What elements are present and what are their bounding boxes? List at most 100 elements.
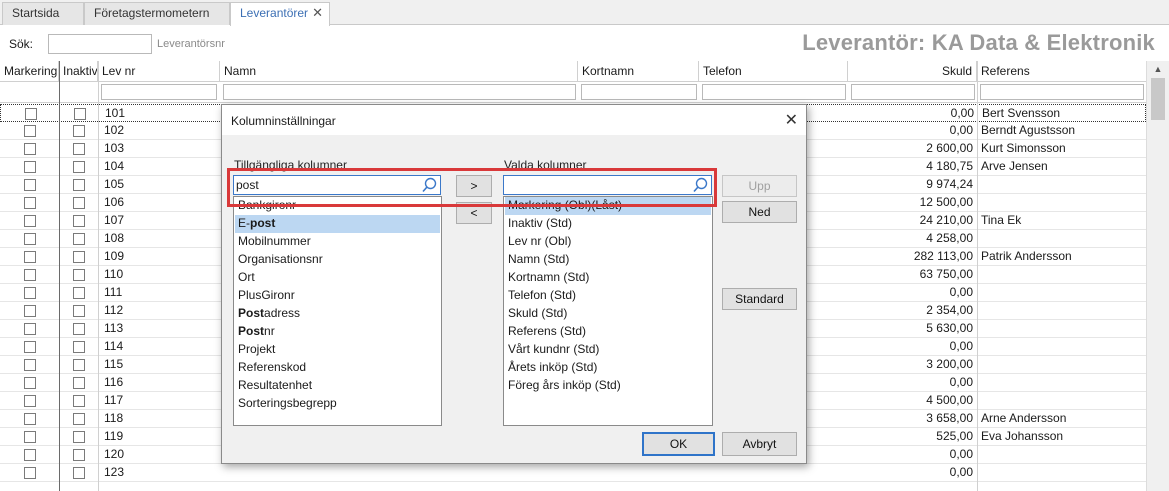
column-header-telefon[interactable]: Telefon <box>699 61 848 82</box>
markering-checkbox[interactable] <box>24 359 36 371</box>
column-header-namn[interactable]: Namn <box>220 61 578 82</box>
standard-button[interactable]: Standard <box>722 288 797 310</box>
available-column-item[interactable]: E-post <box>235 215 440 233</box>
move-down-button[interactable]: Ned <box>722 201 797 223</box>
inaktiv-checkbox[interactable] <box>73 143 85 155</box>
tab-startsida[interactable]: Startsida <box>2 2 84 25</box>
markering-checkbox[interactable] <box>24 377 36 389</box>
markering-checkbox[interactable] <box>24 323 36 335</box>
scroll-up-icon[interactable]: ▲ <box>1147 61 1169 78</box>
filter-referens[interactable] <box>980 84 1144 100</box>
markering-checkbox[interactable] <box>24 449 36 461</box>
selected-column-item[interactable]: Vårt kundnr (Std) <box>505 341 711 359</box>
markering-checkbox[interactable] <box>24 125 36 137</box>
selected-column-item[interactable]: Skuld (Std) <box>505 305 711 323</box>
filter-skuld[interactable] <box>851 84 975 100</box>
inaktiv-checkbox[interactable] <box>73 431 85 443</box>
inaktiv-checkbox[interactable] <box>73 341 85 353</box>
available-column-item[interactable]: Postadress <box>235 305 440 323</box>
column-header-kortnamn[interactable]: Kortnamn <box>578 61 699 82</box>
inaktiv-checkbox[interactable] <box>73 449 85 461</box>
markering-checkbox[interactable] <box>24 269 36 281</box>
markering-checkbox[interactable] <box>24 305 36 317</box>
selected-column-item[interactable]: Lev nr (Obl) <box>505 233 711 251</box>
column-header-referens[interactable]: Referens <box>977 61 1146 82</box>
inaktiv-checkbox[interactable] <box>73 287 85 299</box>
available-column-item[interactable]: Ort <box>235 269 440 287</box>
available-column-item[interactable]: PlusGironr <box>235 287 440 305</box>
inaktiv-checkbox[interactable] <box>73 323 85 335</box>
inaktiv-checkbox[interactable] <box>73 215 85 227</box>
inaktiv-checkbox[interactable] <box>73 125 85 137</box>
cancel-button[interactable]: Avbryt <box>722 432 797 456</box>
inaktiv-checkbox[interactable] <box>73 179 85 191</box>
markering-checkbox[interactable] <box>24 395 36 407</box>
selected-search-input[interactable] <box>503 175 712 195</box>
markering-checkbox[interactable] <box>24 251 36 263</box>
add-column-button[interactable]: > <box>456 175 492 197</box>
inaktiv-checkbox[interactable] <box>73 467 85 479</box>
scroll-thumb[interactable] <box>1151 78 1165 120</box>
inaktiv-checkbox[interactable] <box>73 395 85 407</box>
selected-column-item[interactable]: Referens (Std) <box>505 323 711 341</box>
column-header-levnr[interactable]: Lev nr <box>98 61 220 82</box>
markering-checkbox[interactable] <box>24 431 36 443</box>
available-column-item[interactable]: Referenskod <box>235 359 440 377</box>
available-search-input[interactable]: post <box>233 175 441 195</box>
inaktiv-checkbox[interactable] <box>73 251 85 263</box>
selected-columns-list[interactable]: Markering (Obl)(Låst) Inaktiv (Std) Lev nr… <box>503 196 713 426</box>
close-tab-icon[interactable]: ✕ <box>312 3 323 23</box>
column-header-markering[interactable]: Markering <box>0 61 59 82</box>
available-columns-list[interactable]: Bankgironr E-post Mobilnummer Organisations… <box>233 196 442 426</box>
markering-checkbox[interactable] <box>24 143 36 155</box>
available-column-item[interactable]: Sorteringsbegrepp <box>235 395 440 413</box>
move-up-button[interactable]: Upp <box>722 175 797 197</box>
grid-scrollbar[interactable]: ▲ <box>1146 61 1169 491</box>
inaktiv-checkbox[interactable] <box>73 233 85 245</box>
selected-column-item[interactable]: Markering (Obl)(Låst) <box>505 197 711 215</box>
selected-column-item[interactable]: Kortnamn (Std) <box>505 269 711 287</box>
column-header-skuld[interactable]: Skuld <box>848 61 977 82</box>
search-input[interactable] <box>48 34 152 54</box>
selected-column-item[interactable]: Telefon (Std) <box>505 287 711 305</box>
inaktiv-checkbox[interactable] <box>73 305 85 317</box>
filter-telefon[interactable] <box>702 84 846 100</box>
markering-checkbox[interactable] <box>24 467 36 479</box>
tab-leverantorer[interactable]: Leverantörer ✕ <box>230 2 330 26</box>
available-column-item[interactable]: Postnr <box>235 323 440 341</box>
tab-foretagstermometern[interactable]: Företagstermometern <box>84 2 230 25</box>
available-column-item[interactable]: Bankgironr <box>235 197 440 215</box>
markering-checkbox[interactable] <box>24 287 36 299</box>
markering-checkbox[interactable] <box>24 233 36 245</box>
filter-levnr[interactable] <box>101 84 217 100</box>
inaktiv-checkbox[interactable] <box>73 413 85 425</box>
markering-checkbox[interactable] <box>24 341 36 353</box>
column-header-inaktiv[interactable]: Inaktiv <box>59 61 98 82</box>
selected-column-item[interactable]: Föreg års inköp (Std) <box>505 377 711 395</box>
ok-button[interactable]: OK <box>642 432 715 456</box>
filter-kortnamn[interactable] <box>581 84 697 100</box>
markering-checkbox[interactable] <box>24 197 36 209</box>
available-column-item[interactable]: Mobilnummer <box>235 233 440 251</box>
selected-column-item[interactable]: Namn (Std) <box>505 251 711 269</box>
available-column-item[interactable]: Projekt <box>235 341 440 359</box>
filter-namn[interactable] <box>223 84 576 100</box>
selected-column-item[interactable]: Årets inköp (Std) <box>505 359 711 377</box>
inaktiv-checkbox[interactable] <box>73 161 85 173</box>
available-column-item[interactable]: Organisationsnr <box>235 251 440 269</box>
selected-column-item[interactable]: Inaktiv (Std) <box>505 215 711 233</box>
available-column-item[interactable]: Resultatenhet <box>235 377 440 395</box>
inaktiv-checkbox[interactable] <box>73 377 85 389</box>
markering-checkbox[interactable] <box>24 161 36 173</box>
markering-checkbox[interactable] <box>25 108 37 120</box>
inaktiv-checkbox[interactable] <box>74 108 86 120</box>
markering-checkbox[interactable] <box>24 215 36 227</box>
inaktiv-checkbox[interactable] <box>73 359 85 371</box>
inaktiv-checkbox[interactable] <box>73 197 85 209</box>
markering-checkbox[interactable] <box>24 413 36 425</box>
markering-checkbox[interactable] <box>24 179 36 191</box>
close-icon[interactable]: ✕ <box>785 110 798 130</box>
inaktiv-checkbox[interactable] <box>73 269 85 281</box>
table-row[interactable]: 123 0,00 <box>0 464 1146 482</box>
remove-column-button[interactable]: < <box>456 202 492 224</box>
